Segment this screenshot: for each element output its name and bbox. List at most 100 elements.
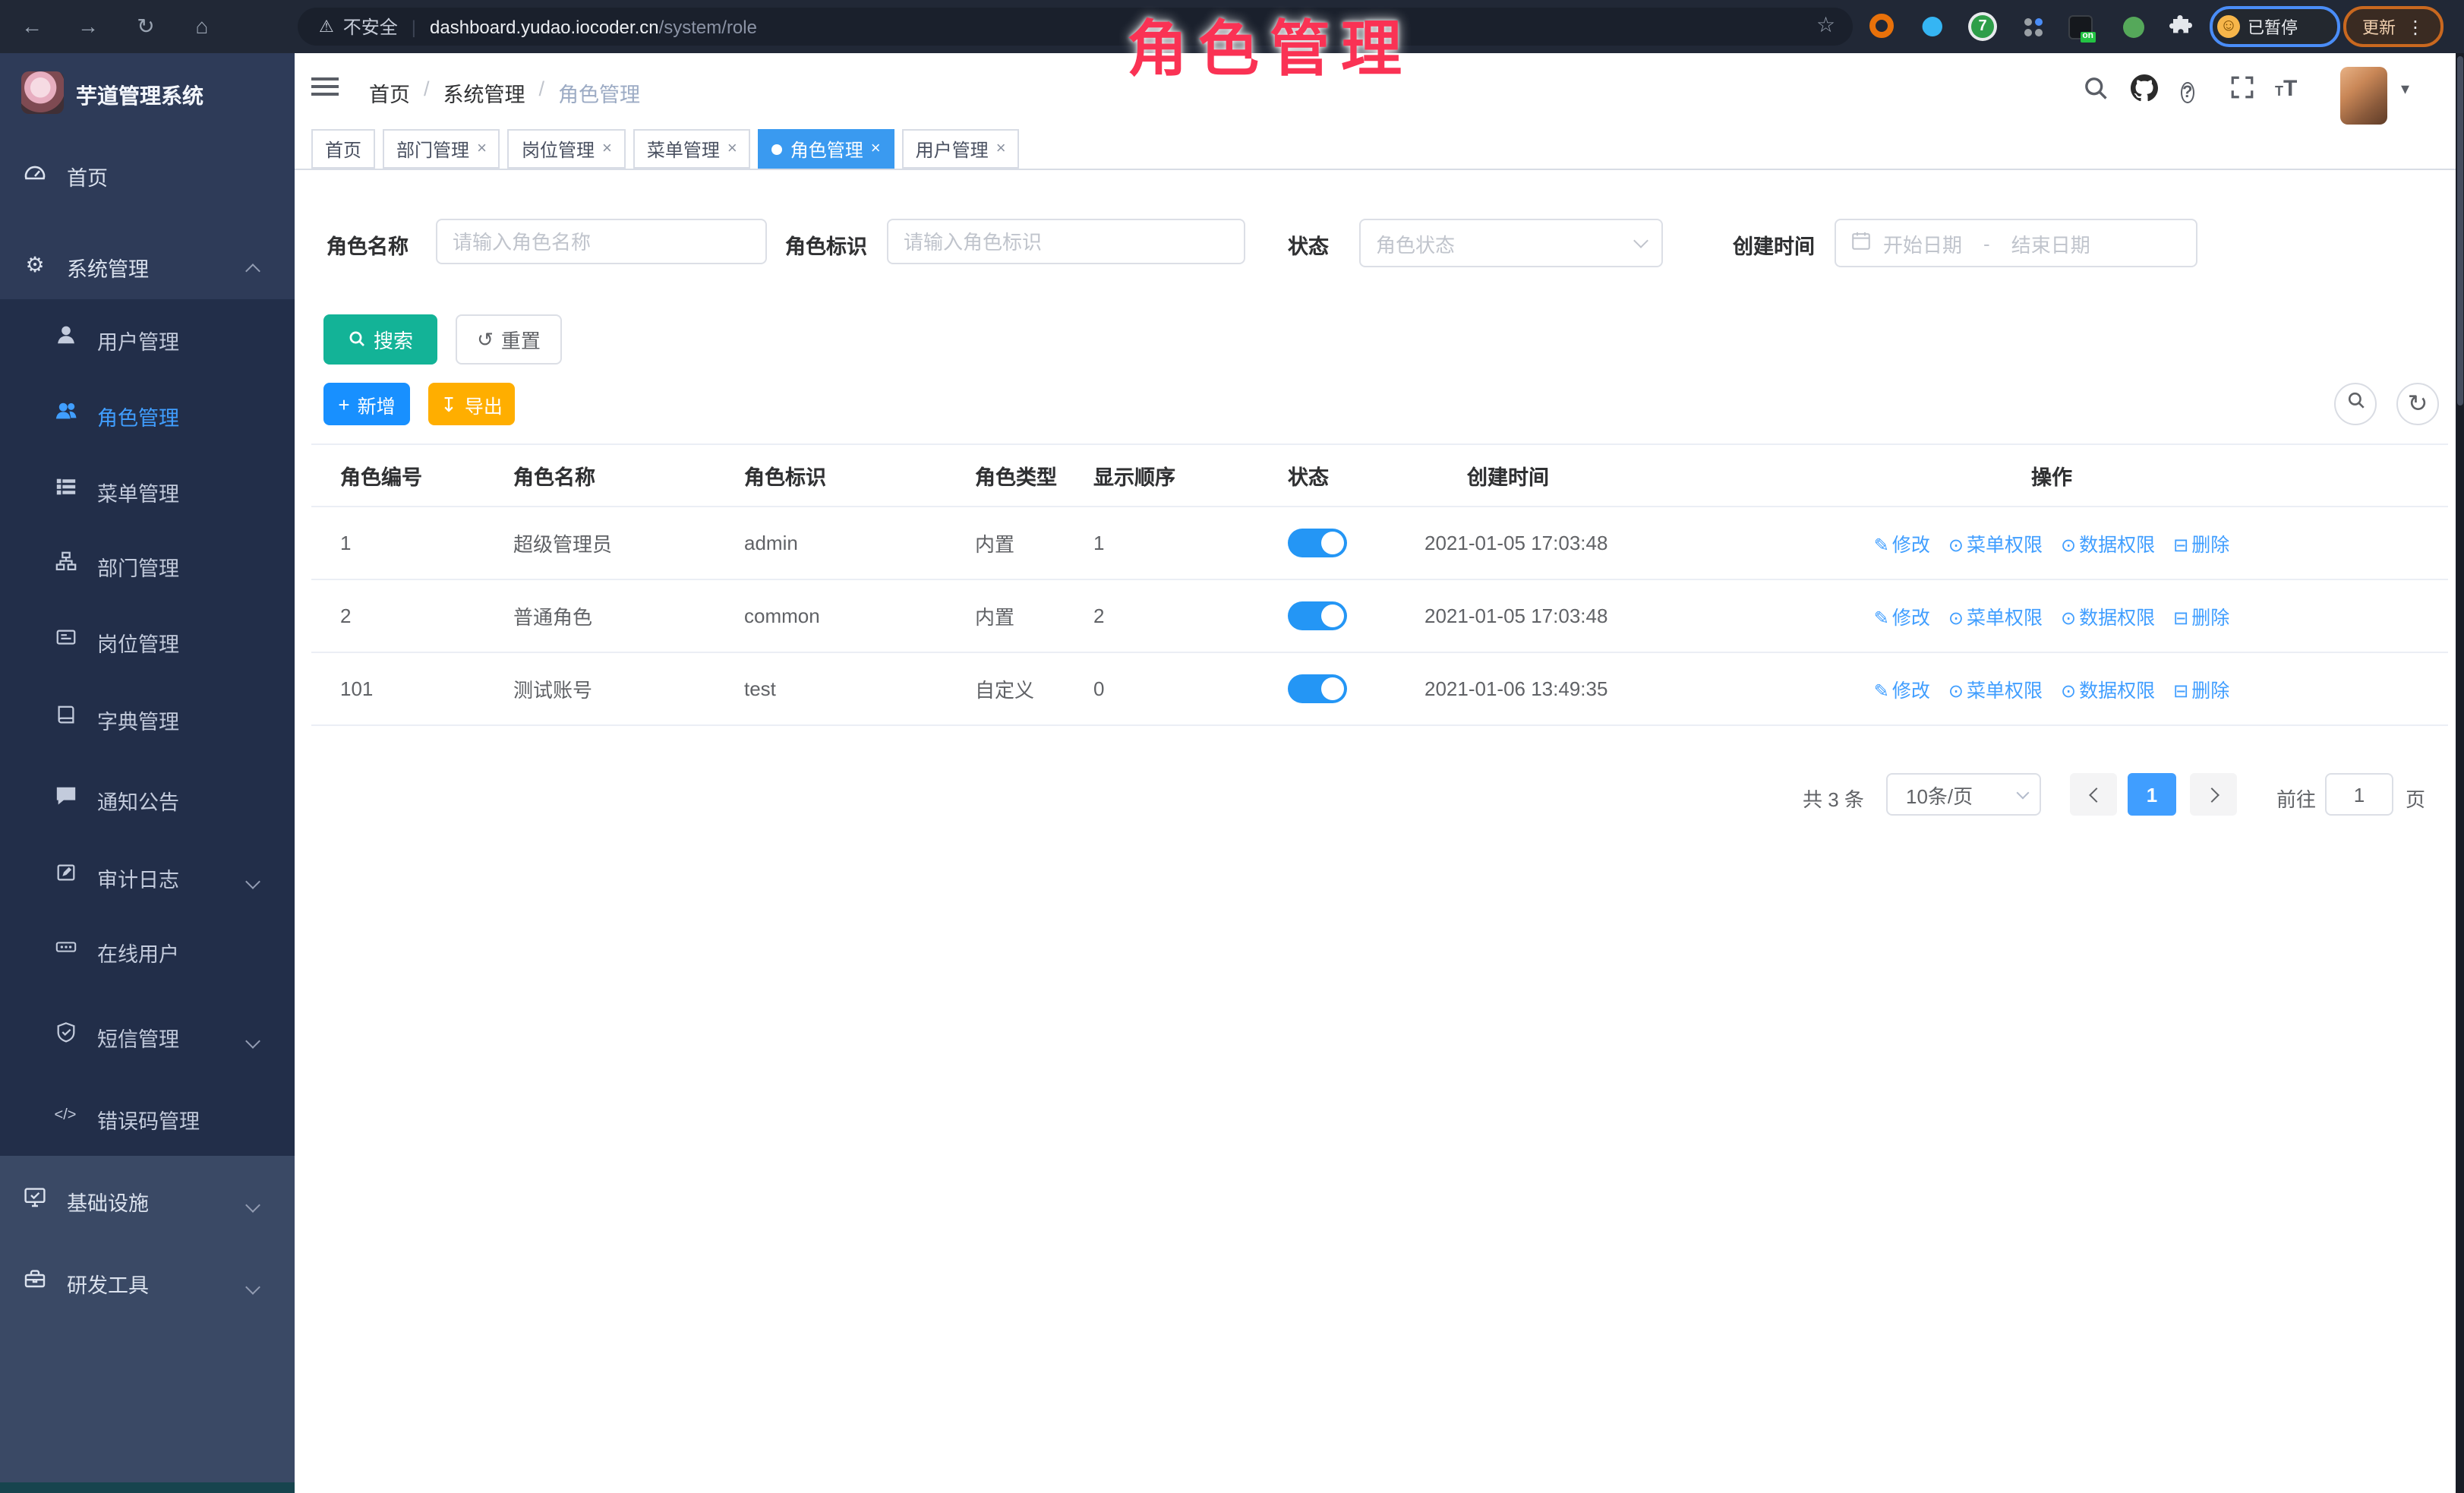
row-action-label: 删除 [2191,535,2229,556]
export-button[interactable]: ↧ 导出 [428,383,515,425]
sidebar-item-online-users[interactable]: 在线用户 [0,922,295,977]
address-bar[interactable]: ⚠ 不安全 | dashboard.yudao.iocoder.cn/syste… [298,8,1853,46]
page-size-select[interactable]: 10条/页 [1886,773,2041,816]
header-search-icon[interactable] [2082,74,2109,109]
browser-back-icon[interactable]: ← [18,12,46,39]
scrollbar-thumb[interactable] [2457,56,2463,406]
reset-button[interactable]: ↺ 重置 [456,314,562,365]
prev-page-button[interactable] [2070,773,2117,816]
plus-icon: + [338,394,349,414]
extension-icon-orange[interactable] [1869,14,1895,39]
tab-departments[interactable]: 部门管理 × [383,129,500,169]
sidebar-item-departments[interactable]: 部门管理 [0,536,295,591]
column-header-actions: 操作 [1655,444,2448,507]
tab-close-icon[interactable]: × [727,140,737,158]
tab-posts[interactable]: 岗位管理 × [508,129,626,169]
row-action-data-perm[interactable]: ⊙数据权限 [2061,608,2155,629]
status-select[interactable]: 角色状态 [1359,219,1663,267]
cell-actions: ✎修改 ⊙菜单权限 ⊙数据权限 ⊟删除 [1655,507,2448,579]
status-toggle[interactable] [1288,601,1347,630]
sidebar-item-error-codes[interactable]: </> 错误码管理 [0,1089,295,1144]
role-name-input[interactable] [436,219,767,264]
extensions-puzzle-icon[interactable] [2169,14,2194,39]
extension-icon-dots-grid[interactable] [2020,14,2046,39]
sidebar-item-notices[interactable]: 通知公告 [0,770,295,825]
status-toggle[interactable] [1288,529,1347,557]
sidebar-item-roles[interactable]: 角色管理 [0,386,295,440]
refresh-table-button[interactable]: ↻ [2396,383,2439,425]
sidebar-item-system[interactable]: ⚙ 系统管理 [0,237,295,292]
help-question-icon[interactable]: ? [2181,77,2194,105]
tab-close-icon[interactable]: × [602,140,612,158]
row-action-data-perm[interactable]: ⊙数据权限 [2061,680,2155,702]
browser-forward-icon[interactable]: → [74,12,102,39]
sidebar-item-menus[interactable]: 菜单管理 [0,462,295,516]
extension-icon-green-circle[interactable]: 7 [1970,14,1995,39]
sidebar-item-posts[interactable]: 岗位管理 [0,612,295,667]
sidebar-item-infrastructure[interactable]: 基础设施 [0,1171,295,1226]
next-page-button[interactable] [2190,773,2237,816]
tab-roles-active[interactable]: 角色管理 × [759,129,894,169]
row-action-delete[interactable]: ⊟删除 [2173,535,2229,556]
page-scrollbar[interactable] [2456,53,2464,1493]
fullscreen-icon[interactable] [2229,74,2255,108]
sidebar-collapse-icon[interactable] [311,77,339,99]
current-page-button[interactable]: 1 [2128,773,2176,816]
table-row: 2 普通角色 common 内置 2 2021-01-05 17:03:48 ✎… [311,579,2448,652]
status-toggle[interactable] [1288,674,1347,703]
extension-icon-dark-on[interactable]: on [2067,14,2093,39]
sidebar-item-dev-tools[interactable]: 研发工具 [0,1253,295,1308]
github-icon[interactable] [2131,74,2158,109]
breadcrumb-item-home[interactable]: 首页 [369,77,410,108]
font-size-icon[interactable]: TT [2275,76,2297,102]
active-tab-dot [772,144,783,154]
sidebar-item-dictionary[interactable]: 字典管理 [0,690,295,744]
tab-close-icon[interactable]: × [871,140,881,158]
not-secure-label: 不安全 [343,14,398,39]
avatar-caret-down-icon[interactable]: ▾ [2401,79,2409,99]
chrome-update-button[interactable]: 更新 ⋮ [2343,6,2443,47]
breadcrumb-item-system[interactable]: 系统管理 [443,77,525,108]
tab-users[interactable]: 用户管理 × [902,129,1020,169]
add-button[interactable]: + 新增 [323,383,410,425]
row-action-menu-perm[interactable]: ⊙菜单权限 [1948,535,2043,556]
chevron-down-icon [245,874,260,889]
tab-close-icon[interactable]: × [996,140,1006,158]
goto-page-input[interactable] [2325,773,2393,816]
profile-paused-badge[interactable]: ☺ 已暂停 [2210,6,2340,47]
browser-reload-icon[interactable]: ↻ [132,12,159,39]
sidebar-item-sms[interactable]: 短信管理 [0,1007,295,1062]
row-action-data-perm[interactable]: ⊙数据权限 [2061,535,2155,556]
app-logo-row[interactable]: 芋道管理系统 [0,68,295,123]
sidebar-item-users[interactable]: 用户管理 [0,310,295,365]
tab-label: 角色管理 [790,136,863,162]
sidebar-bottom-strip [0,1482,295,1493]
sidebar-item-label: 审计日志 [97,863,179,893]
extension-icon-green-leaf[interactable] [2120,14,2146,39]
search-button[interactable]: 搜索 [323,314,437,365]
tab-close-icon[interactable]: × [477,140,487,158]
notice-chat-icon [52,784,79,811]
row-action-edit[interactable]: ✎修改 [1874,608,1930,629]
toggle-search-panel-button[interactable] [2334,383,2377,425]
sidebar-item-label: 通知公告 [97,785,179,816]
row-action-delete[interactable]: ⊟删除 [2173,680,2229,702]
row-action-edit[interactable]: ✎修改 [1874,535,1930,556]
row-action-menu-perm[interactable]: ⊙菜单权限 [1948,608,2043,629]
user-avatar[interactable] [2340,67,2387,125]
sidebar-item-home[interactable]: 首页 [0,146,295,200]
bookmark-star-icon[interactable]: ☆ [1816,12,1835,38]
tab-menus[interactable]: 菜单管理 × [633,129,751,169]
row-action-menu-perm[interactable]: ⊙菜单权限 [1948,680,2043,702]
browser-menu-icon[interactable]: ⋮ [2406,16,2425,37]
cell-status [1288,507,1424,579]
row-action-edit[interactable]: ✎修改 [1874,680,1930,702]
browser-home-icon[interactable]: ⌂ [188,12,216,39]
tab-home[interactable]: 首页 [311,129,375,169]
sidebar-item-audit-log[interactable]: 审计日志 [0,848,295,902]
create-time-range-picker[interactable]: 开始日期 - 结束日期 [1835,219,2197,267]
role-key-input[interactable] [887,219,1245,264]
extension-icon-water-drop[interactable] [1920,14,1945,39]
row-action-label: 删除 [2191,608,2229,629]
row-action-delete[interactable]: ⊟删除 [2173,608,2229,629]
